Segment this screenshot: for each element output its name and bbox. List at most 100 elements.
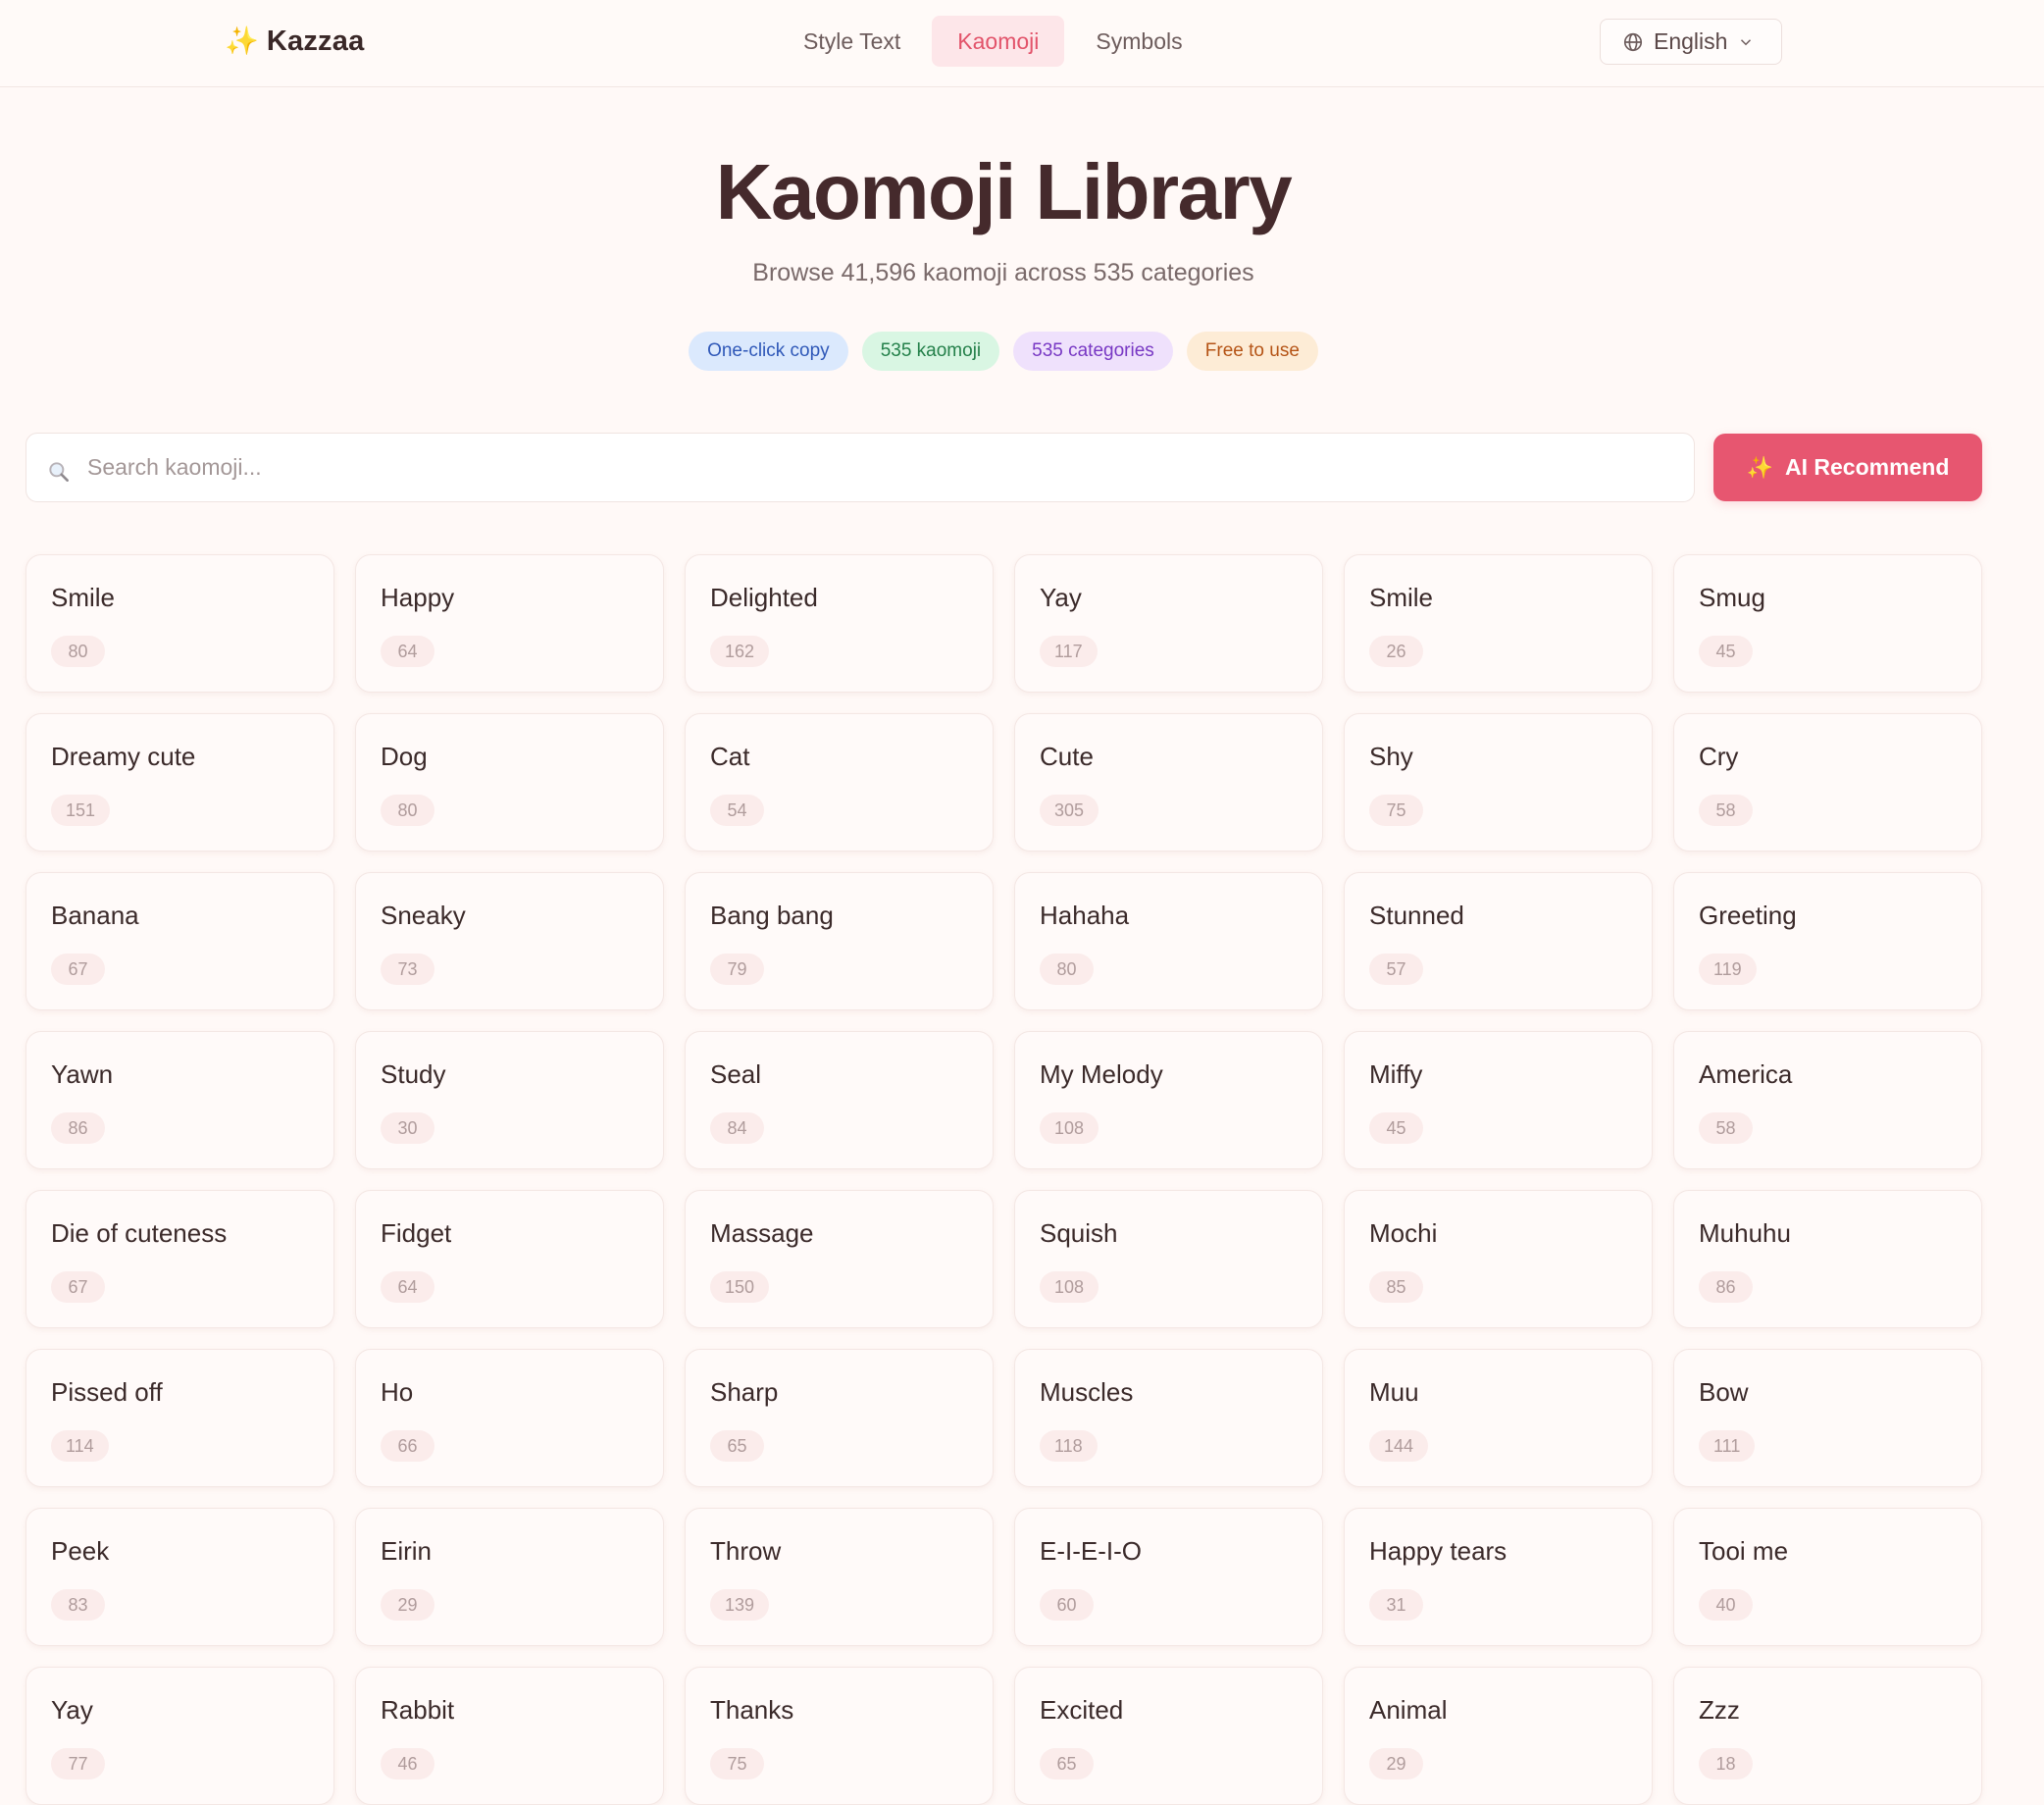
logo[interactable]: ✨ Kazzaa [225,22,364,61]
category-card[interactable]: Study 30 [355,1031,664,1169]
nav-symbols[interactable]: Symbols [1070,16,1207,67]
category-count-badge: 80 [381,795,434,826]
category-count-badge: 67 [51,1271,105,1303]
category-card[interactable]: Mochi 85 [1344,1190,1653,1328]
category-card[interactable]: Smile 80 [26,554,334,693]
category-count-badge: 40 [1699,1589,1753,1621]
category-card[interactable]: Squish 108 [1014,1190,1323,1328]
category-card[interactable]: Seal 84 [685,1031,994,1169]
category-count-badge: 114 [51,1430,109,1462]
category-card[interactable]: Yawn 86 [26,1031,334,1169]
category-name: Pissed off [51,1377,163,1407]
category-card[interactable]: Muu 144 [1344,1349,1653,1487]
category-card[interactable]: Peek 83 [26,1508,334,1646]
category-count-badge: 67 [51,954,105,985]
category-name: Seal [710,1059,762,1089]
category-card[interactable]: America 58 [1673,1031,1982,1169]
category-count-badge: 73 [381,954,434,985]
category-card[interactable]: Zzz 18 [1673,1667,1982,1805]
category-card[interactable]: Ho 66 [355,1349,664,1487]
category-card[interactable]: Fidget 64 [355,1190,664,1328]
pill-one-click-copy: One-click copy [689,332,848,371]
ai-recommend-label: AI Recommend [1784,454,1950,480]
pill-categories-count: 535 categories [1013,332,1173,371]
category-card[interactable]: My Melody 108 [1014,1031,1323,1169]
category-card[interactable]: Throw 139 [685,1508,994,1646]
category-card[interactable]: Yay 117 [1014,554,1323,693]
category-card[interactable]: Animal 29 [1344,1667,1653,1805]
category-name: Tooi me [1699,1536,1789,1566]
category-name: Cry [1699,742,1739,771]
search-icon [49,462,69,482]
category-card[interactable]: Muhuhu 86 [1673,1190,1982,1328]
category-card[interactable]: Muscles 118 [1014,1349,1323,1487]
category-name: My Melody [1040,1059,1163,1089]
category-card[interactable]: Dreamy cute 151 [26,713,334,851]
category-name: Greeting [1699,901,1797,930]
category-card[interactable]: Dog 80 [355,713,664,851]
category-card[interactable]: Smile 26 [1344,554,1653,693]
nav-style-text[interactable]: Style Text [778,16,926,67]
pill-kaomoji-count: 535 kaomoji [861,332,1000,371]
category-name: Muu [1369,1377,1419,1407]
category-card[interactable]: Happy 64 [355,554,664,693]
category-name: Die of cuteness [51,1218,228,1248]
category-card[interactable]: Rabbit 46 [355,1667,664,1805]
category-card[interactable]: Bow 111 [1673,1349,1982,1487]
category-name: Dreamy cute [51,742,196,771]
category-card[interactable]: Sneaky 73 [355,872,664,1010]
category-count-badge: 84 [710,1112,764,1144]
category-card[interactable]: Thanks 75 [685,1667,994,1805]
category-card[interactable]: Hahaha 80 [1014,872,1323,1010]
sparkles-icon: ✨ [1746,454,1773,480]
category-count-badge: 111 [1699,1430,1756,1462]
category-count-badge: 86 [51,1112,105,1144]
category-card[interactable]: Greeting 119 [1673,872,1982,1010]
category-card[interactable]: E-I-E-I-O 60 [1014,1508,1323,1646]
category-name: Yay [51,1695,93,1725]
chevron-down-icon [1741,38,1752,45]
category-card[interactable]: Banana 67 [26,872,334,1010]
category-name: Study [381,1059,446,1089]
category-name: Cat [710,742,750,771]
category-name: Stunned [1369,901,1464,930]
category-card[interactable]: Tooi me 40 [1673,1508,1982,1646]
category-card[interactable]: Die of cuteness 67 [26,1190,334,1328]
category-card[interactable]: Cry 58 [1673,713,1982,851]
category-card[interactable]: Cat 54 [685,713,994,851]
category-name: Yay [1040,583,1082,612]
nav-kaomoji[interactable]: Kaomoji [932,16,1065,67]
category-card[interactable]: Eirin 29 [355,1508,664,1646]
category-card[interactable]: Happy tears 31 [1344,1508,1653,1646]
category-count-badge: 80 [1040,954,1094,985]
category-name: Hahaha [1040,901,1130,930]
category-name: Ho [381,1377,414,1407]
category-name: Thanks [710,1695,794,1725]
ai-recommend-button[interactable]: ✨ AI Recommend [1713,434,1982,501]
language-selector[interactable]: English [1600,19,1782,65]
category-card[interactable]: Delighted 162 [685,554,994,693]
category-card[interactable]: Miffy 45 [1344,1031,1653,1169]
category-name: Sharp [710,1377,779,1407]
category-count-badge: 80 [51,636,105,667]
category-card[interactable]: Yay 77 [26,1667,334,1805]
category-card[interactable]: Bang bang 79 [685,872,994,1010]
search-input[interactable] [87,434,1676,501]
main-nav: Style Text Kaomoji Symbols [778,16,1208,67]
category-name: America [1699,1059,1793,1089]
category-name: Delighted [710,583,818,612]
category-name: Squish [1040,1218,1118,1248]
category-name: Massage [710,1218,814,1248]
category-card[interactable]: Stunned 57 [1344,872,1653,1010]
category-card[interactable]: Cute 305 [1014,713,1323,851]
category-card[interactable]: Massage 150 [685,1190,994,1328]
category-name: Rabbit [381,1695,455,1725]
category-name: Banana [51,901,139,930]
category-card[interactable]: Excited 65 [1014,1667,1323,1805]
category-card[interactable]: Smug 45 [1673,554,1982,693]
category-name: Happy tears [1369,1536,1507,1566]
category-card[interactable]: Sharp 65 [685,1349,994,1487]
category-card[interactable]: Shy 75 [1344,713,1653,851]
category-count-badge: 151 [51,795,111,826]
category-card[interactable]: Pissed off 114 [26,1349,334,1487]
